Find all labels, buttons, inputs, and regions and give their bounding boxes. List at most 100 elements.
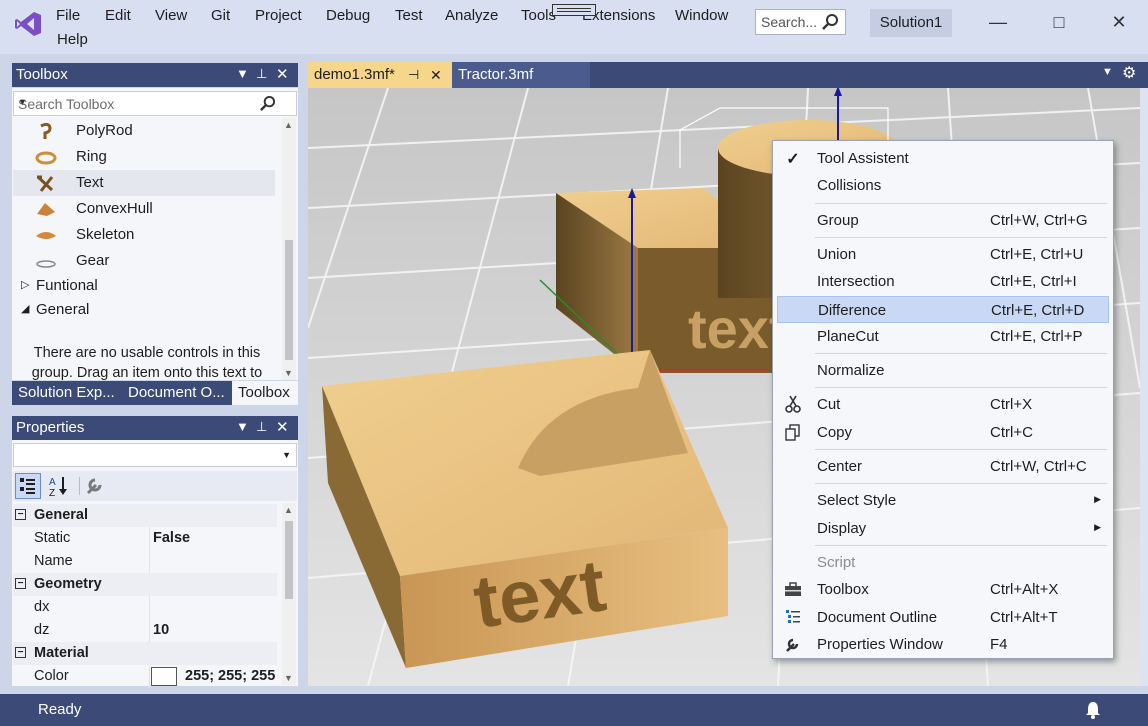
scroll-up-icon[interactable]: ▲ (284, 505, 293, 515)
menu-edit[interactable]: Edit (105, 7, 131, 24)
menu-item-tool-assistent[interactable]: ✓ Tool Assistent (777, 145, 1109, 172)
collapse-toggle-icon[interactable]: − (15, 578, 26, 589)
toolbox-search-input[interactable]: Search Toolbox ▼ (13, 91, 297, 116)
color-swatch[interactable] (151, 667, 177, 686)
menu-item-planecut[interactable]: PlaneCut Ctrl+E, Ctrl+P (777, 323, 1109, 350)
menu-item-document-outline[interactable]: Document Outline Ctrl+Alt+T (777, 604, 1109, 631)
menu-tools[interactable]: Tools (521, 7, 556, 24)
menu-analyze[interactable]: Analyze (445, 7, 498, 24)
properties-scrollbar[interactable]: ▲ ▼ (282, 503, 296, 685)
pin-icon[interactable]: ⊥ (256, 419, 267, 435)
search-box[interactable]: Search... (755, 9, 846, 35)
property-pages-button[interactable] (83, 473, 109, 499)
svg-text:Z: Z (49, 488, 55, 499)
collapse-toggle-icon[interactable]: − (15, 509, 26, 520)
menu-item-display[interactable]: Display ▶ (777, 515, 1109, 542)
pin-icon[interactable]: ⊣ (408, 62, 419, 88)
maximize-icon[interactable]: □ (1047, 12, 1071, 36)
tab-tractor[interactable]: Tractor.3mf (452, 62, 590, 88)
menu-item-label: PlaneCut (817, 327, 879, 345)
menu-file[interactable]: File (56, 7, 80, 24)
chevron-down-icon[interactable]: ▼ (18, 97, 292, 107)
toolbox-item-convexhull[interactable]: ConvexHull (13, 196, 275, 222)
tab-document-outline[interactable]: Document O... (122, 381, 230, 405)
toolbox-scrollbar[interactable]: ▲ ▼ (282, 118, 296, 380)
toolbox-group-funtional[interactable]: ▷ Funtional (13, 274, 275, 298)
polyrod-icon (40, 122, 52, 139)
skeleton-icon (36, 232, 56, 239)
menu-git[interactable]: Git (211, 7, 230, 24)
tab-demo1[interactable]: demo1.3mf* ⊣ ✕ (308, 62, 452, 88)
category-label: Material (34, 645, 89, 661)
menu-item-label: Tool Assistent (817, 150, 909, 167)
wrench-icon (86, 478, 102, 495)
property-row-dx[interactable]: dx (13, 596, 277, 619)
menu-item-toolbox[interactable]: Toolbox Ctrl+Alt+X (777, 576, 1109, 603)
scroll-thumb[interactable] (285, 521, 293, 599)
menu-project[interactable]: Project (255, 7, 302, 24)
scroll-thumb[interactable] (285, 240, 293, 360)
close-icon[interactable]: ✕ (276, 418, 289, 436)
menu-item-properties-window[interactable]: Properties Window F4 (777, 631, 1109, 658)
checkmark-icon: ✓ (786, 151, 800, 168)
notification-bell-icon[interactable] (1084, 700, 1102, 720)
property-row-name[interactable]: Name (13, 550, 277, 573)
menu-item-union[interactable]: Union Ctrl+E, Ctrl+U (777, 241, 1109, 268)
close-icon[interactable]: ✕ (276, 65, 289, 83)
menu-view[interactable]: View (155, 7, 187, 24)
toolbox-item-skeleton[interactable]: Skeleton (13, 222, 275, 248)
property-category[interactable]: − Material (13, 642, 277, 665)
collapsed-arrow-icon[interactable]: ▷ (21, 278, 29, 291)
solution-name[interactable]: Solution1 (870, 9, 952, 37)
scissors-icon (783, 395, 803, 415)
toolbox-item-polyrod[interactable]: PolyRod (13, 118, 275, 144)
toolbox-item-ring[interactable]: Ring (13, 144, 275, 170)
menu-item-intersection[interactable]: Intersection Ctrl+E, Ctrl+I (777, 268, 1109, 295)
property-row-dz[interactable]: dz 10 (13, 619, 277, 642)
alphabetical-button[interactable]: AZ (45, 473, 71, 499)
menu-item-difference[interactable]: Difference Ctrl+E, Ctrl+D (777, 295, 1109, 323)
menu-window[interactable]: Window (675, 7, 728, 24)
property-row-static[interactable]: Static False (13, 527, 277, 550)
menu-item-normalize[interactable]: Normalize (777, 357, 1109, 384)
menu-item-select-style[interactable]: Select Style ▶ (777, 487, 1109, 514)
menu-item-center[interactable]: Center Ctrl+W, Ctrl+C (777, 453, 1109, 480)
object-selector[interactable]: ▼ (13, 443, 297, 467)
close-icon[interactable]: ✕ (430, 62, 442, 88)
property-value[interactable]: 255; 255; 255 (185, 668, 275, 684)
categorized-button[interactable] (15, 473, 41, 499)
toolbox-group-general[interactable]: ◢ General (13, 298, 275, 322)
settings-gear-icon[interactable]: ⚙ (1122, 63, 1136, 83)
dropdown-icon[interactable]: ▼ (236, 419, 249, 434)
menu-item-cut[interactable]: Cut Ctrl+X (777, 391, 1109, 418)
pin-icon[interactable]: ⊥ (256, 66, 267, 82)
tab-solution-explorer[interactable]: Solution Exp... (12, 381, 120, 405)
properties-header: Properties ▼ ⊥ ✕ (12, 416, 298, 440)
property-category[interactable]: − General (13, 504, 277, 527)
dropdown-icon[interactable]: ▼ (1102, 66, 1113, 78)
scroll-down-icon[interactable]: ▼ (284, 368, 293, 378)
property-value[interactable]: False (153, 530, 190, 546)
dropdown-icon[interactable]: ▼ (236, 66, 249, 81)
tab-toolbox[interactable]: Toolbox (232, 381, 298, 405)
menu-test[interactable]: Test (395, 7, 423, 24)
scroll-up-icon[interactable]: ▲ (284, 120, 293, 130)
close-icon[interactable]: ✕ (1107, 12, 1131, 36)
minimize-icon[interactable]: — (986, 12, 1010, 36)
drag-handle-icon[interactable] (552, 4, 596, 16)
menu-item-group[interactable]: Group Ctrl+W, Ctrl+G (777, 207, 1109, 234)
property-value[interactable]: 10 (153, 622, 169, 638)
toolbox-item-text[interactable]: Text (13, 170, 275, 196)
menu-item-copy[interactable]: Copy Ctrl+C (777, 419, 1109, 446)
scroll-down-icon[interactable]: ▼ (284, 673, 293, 683)
property-row-color[interactable]: Color 255; 255; 255 (13, 665, 277, 688)
property-category[interactable]: − Geometry (13, 573, 277, 596)
menu-item-shortcut: Ctrl+W, Ctrl+G (990, 211, 1088, 229)
collapse-toggle-icon[interactable]: − (15, 647, 26, 658)
menu-debug[interactable]: Debug (326, 7, 370, 24)
menu-item-collisions[interactable]: Collisions (777, 172, 1109, 199)
menu-help[interactable]: Help (57, 31, 88, 48)
expanded-arrow-icon[interactable]: ◢ (21, 302, 29, 315)
toolbox-item-gear[interactable]: Gear (13, 248, 275, 274)
property-name: Name (34, 553, 73, 569)
